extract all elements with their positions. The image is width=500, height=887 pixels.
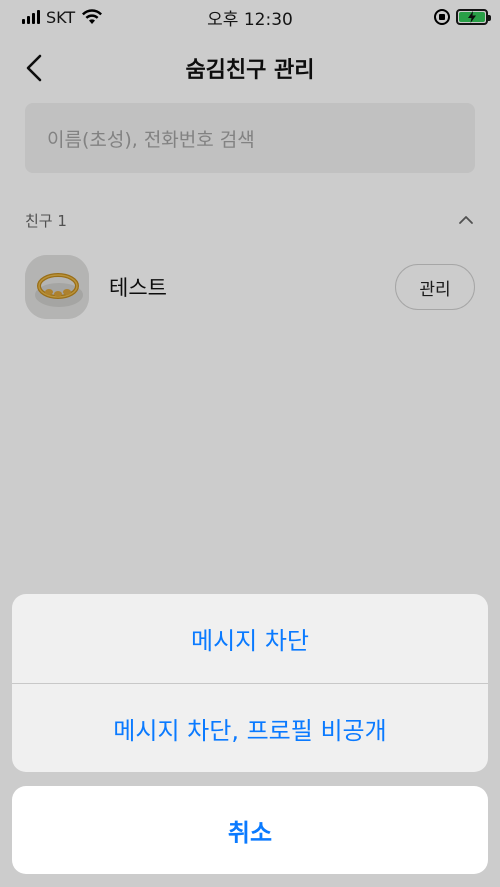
cancel-button[interactable]: 취소 [12,786,488,874]
block-messages-hide-profile-option[interactable]: 메시지 차단, 프로필 비공개 [12,684,488,772]
block-messages-option[interactable]: 메시지 차단 [12,594,488,683]
action-sheet: 메시지 차단 메시지 차단, 프로필 비공개 [12,594,488,772]
